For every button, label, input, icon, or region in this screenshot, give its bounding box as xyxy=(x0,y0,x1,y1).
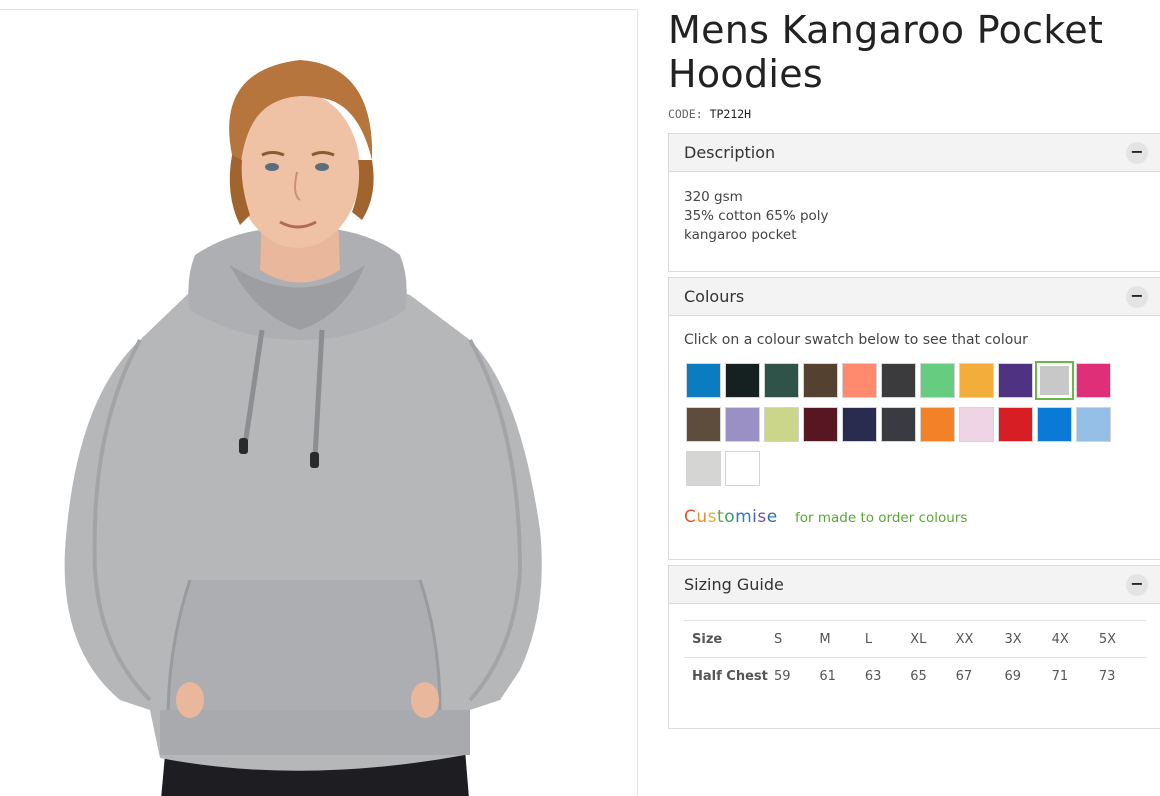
sizing-guide-title: Sizing Guide xyxy=(684,575,784,594)
table-row-label: Size xyxy=(684,620,774,658)
table-row: Half Chest 59 61 63 65 67 69 71 73 xyxy=(684,658,1146,695)
description-header[interactable]: Description − xyxy=(669,134,1160,172)
colour-swatch[interactable] xyxy=(959,363,994,398)
description-text: 320 gsm 35% cotton 65% poly kangaroo poc… xyxy=(684,188,829,245)
colour-swatch[interactable] xyxy=(998,363,1033,398)
product-title: Mens Kangaroo Pocket Hoodies xyxy=(668,8,1104,96)
colour-swatch[interactable] xyxy=(764,407,799,442)
colour-swatch[interactable] xyxy=(686,451,721,486)
table-cell: 71 xyxy=(1051,668,1069,684)
colours-panel: Colours − Click on a colour swatch below… xyxy=(668,277,1160,560)
table-cell: 4X xyxy=(1051,620,1099,658)
colour-swatch[interactable] xyxy=(725,363,760,398)
colour-swatch[interactable] xyxy=(725,451,760,486)
colour-swatch[interactable] xyxy=(920,363,955,398)
product-code-label: CODE: xyxy=(668,107,703,121)
colour-swatch[interactable] xyxy=(1076,407,1111,442)
colour-swatch[interactable] xyxy=(1076,363,1111,398)
description-line: 35% cotton 65% poly xyxy=(684,208,829,224)
customise-letter: m xyxy=(735,507,753,527)
hoodie-model-illustration xyxy=(64,60,542,796)
product-image[interactable] xyxy=(0,9,638,796)
table-cell: S xyxy=(774,620,820,658)
table-cell: 61 xyxy=(819,668,836,684)
description-title: Description xyxy=(684,143,776,162)
table-cell: 3X xyxy=(1004,620,1052,658)
customise-link[interactable]: Customise xyxy=(684,507,778,527)
colour-swatch[interactable] xyxy=(842,407,877,442)
colour-swatch[interactable] xyxy=(998,407,1033,442)
description-panel: Description − 320 gsm 35% cotton 65% pol… xyxy=(668,133,1160,272)
colour-swatch[interactable] xyxy=(686,363,721,398)
description-line: kangaroo pocket xyxy=(684,227,797,243)
colour-swatch[interactable] xyxy=(725,407,760,442)
product-code-value: TP212H xyxy=(709,107,752,121)
sizing-guide-panel: Sizing Guide − Size S M L XL XX 3X 4X 5X Half Che… xyxy=(668,565,1160,729)
colours-collapse-button[interactable]: − xyxy=(1126,286,1148,308)
description-collapse-button[interactable]: − xyxy=(1126,142,1148,164)
colour-swatch[interactable] xyxy=(920,407,955,442)
table-cell: XX xyxy=(955,620,1005,658)
customise-letter: u xyxy=(696,507,708,527)
table-cell: 65 xyxy=(910,668,927,684)
customise-letter: e xyxy=(766,507,778,527)
colour-swatch[interactable] xyxy=(881,407,916,442)
table-cell: M xyxy=(819,620,865,658)
customise-letter: s xyxy=(707,507,718,527)
colour-swatch[interactable] xyxy=(1037,407,1072,442)
sizing-guide-header[interactable]: Sizing Guide − xyxy=(669,566,1160,604)
sizing-table: Size S M L XL XX 3X 4X 5X Half Chest 59 61 63 65 67 69 7… xyxy=(684,620,1146,695)
table-cell: 69 xyxy=(1004,668,1022,684)
customise-letter: C xyxy=(684,507,697,527)
description-line: 320 gsm xyxy=(684,189,743,205)
table-row: Size S M L XL XX 3X 4X 5X xyxy=(684,620,1146,658)
colours-intro-text: Click on a colour swatch below to see th… xyxy=(684,332,1028,348)
product-code: CODE: TP212H xyxy=(668,107,751,121)
customise-note: for made to order colours xyxy=(795,510,968,526)
colour-swatch[interactable] xyxy=(842,363,877,398)
customise-letter: s xyxy=(757,507,767,527)
table-cell: 67 xyxy=(955,668,973,684)
colour-swatch[interactable] xyxy=(1035,361,1074,400)
colour-swatch[interactable] xyxy=(959,407,994,442)
table-cell: XL xyxy=(910,620,956,658)
colour-swatch[interactable] xyxy=(803,407,838,442)
colour-swatch[interactable] xyxy=(803,363,838,398)
colour-swatch[interactable] xyxy=(764,363,799,398)
table-cell: L xyxy=(864,620,911,658)
table-cell: 5X xyxy=(1098,620,1146,658)
table-cell: 59 xyxy=(774,668,791,684)
colour-swatch[interactable] xyxy=(881,363,916,398)
colours-header[interactable]: Colours − xyxy=(669,278,1160,316)
table-cell: 63 xyxy=(864,668,882,684)
table-cell: 73 xyxy=(1098,668,1116,684)
table-row-label: Half Chest xyxy=(692,668,768,684)
customise-letter: o xyxy=(724,507,736,527)
colours-title: Colours xyxy=(684,287,745,306)
sizing-guide-collapse-button[interactable]: − xyxy=(1126,574,1148,596)
colour-swatch[interactable] xyxy=(686,407,721,442)
